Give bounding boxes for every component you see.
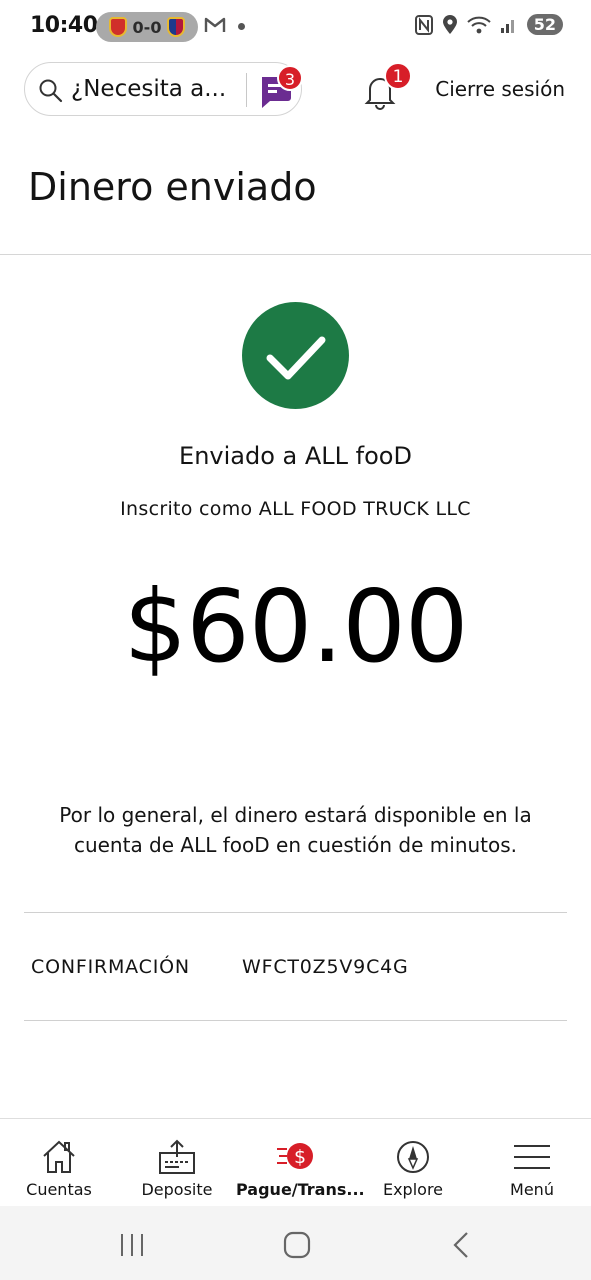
chat-badge: 3: [277, 65, 303, 91]
nav-item-explore[interactable]: Explore: [354, 1119, 472, 1207]
nfc-icon: [414, 14, 433, 35]
nav-label: Menú: [510, 1180, 554, 1199]
nav-item-pay-transfer[interactable]: $ Pague/Trans...: [236, 1119, 365, 1207]
logout-button[interactable]: Cierre sesión: [435, 77, 565, 101]
nav-item-accounts[interactable]: Cuentas: [0, 1119, 118, 1207]
divider: [24, 1020, 567, 1021]
confirmation-label: CONFIRMACIÓN: [31, 956, 190, 978]
search-input[interactable]: ¿Necesita a... 3: [24, 62, 303, 116]
checkmark-icon: [266, 336, 326, 380]
live-score-pill[interactable]: 0-0: [96, 12, 198, 42]
success-icon: [242, 302, 349, 409]
divider: [0, 254, 591, 255]
gmail-icon: [204, 17, 226, 32]
status-bar: 10:40 0-0 52: [0, 0, 591, 54]
battery-indicator: 52: [526, 14, 563, 35]
wifi-icon: [467, 16, 491, 33]
search-divider: [246, 73, 247, 107]
nav-item-menu[interactable]: Menú: [473, 1119, 591, 1207]
svg-text:$: $: [294, 1146, 306, 1168]
confirmation-number: WFCT0Z5V9C4G: [242, 956, 409, 978]
team-badge-icon: [167, 17, 186, 37]
nav-label: Cuentas: [26, 1180, 92, 1199]
location-icon: [442, 14, 457, 34]
score-text: 0-0: [132, 17, 162, 37]
pay-transfer-icon: $: [277, 1143, 313, 1169]
nav-label: Deposite: [141, 1180, 213, 1199]
nav-label: Explore: [382, 1180, 444, 1199]
recent-apps-icon[interactable]: [117, 1230, 147, 1260]
search-placeholder: ¿Necesita a...: [71, 76, 227, 102]
amount-value: $60.00: [123, 568, 469, 685]
nav-label: Pague/Trans...: [236, 1180, 365, 1199]
team-badge-icon: [108, 17, 127, 37]
signal-icon: [500, 19, 514, 33]
notification-dot-icon: [238, 23, 245, 30]
nav-item-deposit[interactable]: Deposite: [118, 1119, 236, 1207]
bottom-nav: Cuentas Deposite $ Pague/Trans... Explor…: [0, 1118, 591, 1206]
recipient-text: Enviado a ALL fooD: [179, 442, 412, 470]
hamburger-icon: [514, 1145, 550, 1169]
app-header: ¿Necesita a... 3 1 Cierre sesión: [0, 62, 591, 118]
divider: [24, 912, 567, 913]
enrolled-as-text: Inscrito como ALL FOOD TRUCK LLC: [120, 498, 471, 520]
notification-badge: 1: [384, 62, 412, 90]
home-button-icon[interactable]: [282, 1230, 312, 1260]
search-icon: [39, 79, 63, 103]
page-title: Dinero enviado: [28, 165, 317, 209]
compass-icon: [397, 1141, 429, 1173]
back-icon[interactable]: [447, 1230, 477, 1260]
availability-note: Por lo general, el dinero estará disponi…: [59, 803, 532, 857]
deposit-icon: [159, 1139, 195, 1174]
system-nav-bar: [0, 1206, 591, 1280]
status-time: 10:40: [30, 13, 98, 38]
home-icon: [43, 1140, 75, 1173]
status-icons: 52: [414, 14, 563, 35]
